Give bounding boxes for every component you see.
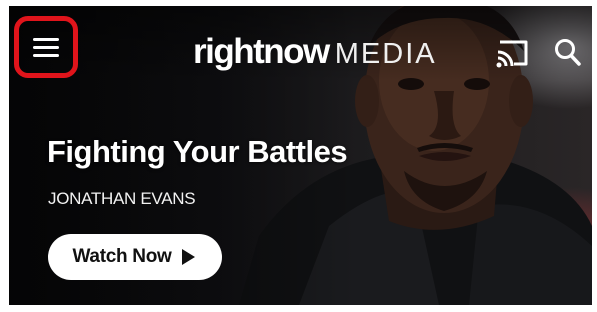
- hamburger-menu-icon: [33, 37, 59, 41]
- hero-speaker: JONATHAN EVANS: [48, 189, 196, 208]
- hamburger-menu-icon-bar: [33, 53, 59, 57]
- hero-title: Fighting Your Battles: [47, 134, 348, 169]
- hamburger-menu-icon-bar: [33, 45, 59, 49]
- brand-logo[interactable]: rightnow MEDIA: [193, 32, 437, 72]
- play-icon: [182, 249, 196, 265]
- brand-logo-sub: MEDIA: [334, 38, 437, 70]
- app-frame: rightnow MEDIA Fighting Your Battles JON…: [9, 6, 592, 305]
- menu-button[interactable]: [14, 16, 78, 78]
- brand-logo-main: rightnow: [193, 32, 330, 71]
- search-icon[interactable]: [554, 37, 582, 67]
- watch-now-button[interactable]: Watch Now: [48, 234, 222, 280]
- watch-now-label: Watch Now: [72, 246, 172, 267]
- cast-icon[interactable]: [494, 38, 530, 68]
